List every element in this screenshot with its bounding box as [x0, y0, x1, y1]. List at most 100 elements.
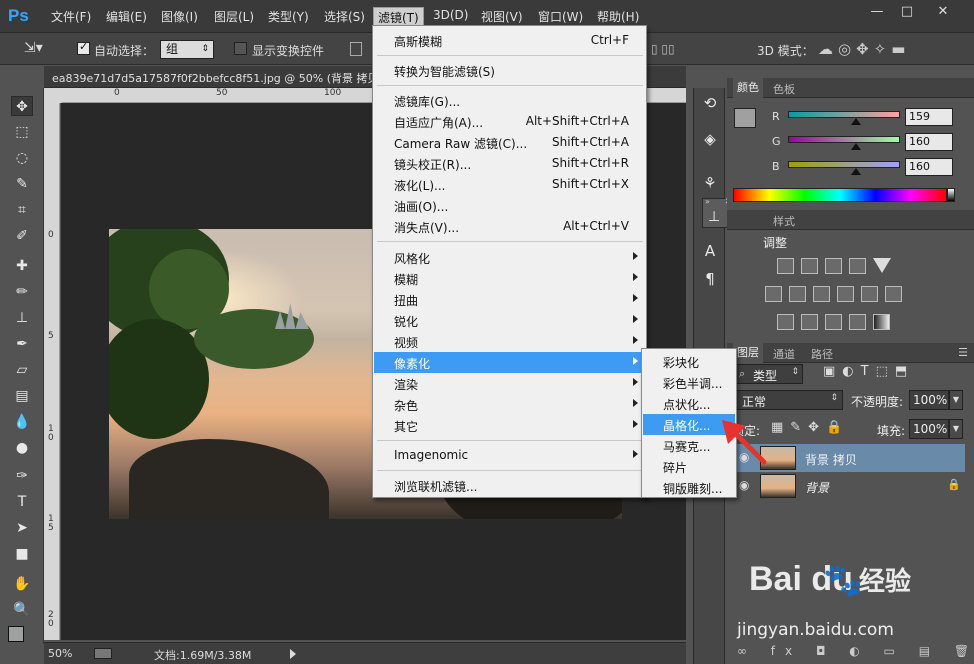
photo-filter-icon[interactable] — [837, 286, 854, 302]
opacity-dropdown-icon[interactable]: ▼ — [949, 390, 963, 410]
menu-item-video[interactable]: 视频 — [374, 331, 645, 352]
menu-item-blur[interactable]: 模糊 — [374, 268, 645, 289]
brightness-icon[interactable] — [777, 258, 794, 274]
tab-channels[interactable]: 通道 — [769, 346, 799, 362]
menu-item-sharpen[interactable]: 锐化 — [374, 310, 645, 331]
layer-kind-filter[interactable]: ⌕ 类型 ⇕ — [735, 364, 803, 384]
tab-styles[interactable]: 样式 — [769, 213, 799, 229]
lock-icons[interactable]: ▦✎✥🔒 — [771, 420, 849, 435]
gradient-tool-icon[interactable]: ▤ — [11, 386, 33, 406]
color-lookup-icon[interactable] — [885, 286, 902, 302]
hand-tool-icon[interactable]: ✋ — [11, 574, 33, 594]
pen-tool-icon[interactable]: ✑ — [11, 466, 33, 486]
path-select-tool-icon[interactable]: ➤ — [11, 518, 33, 538]
healing-brush-tool-icon[interactable]: ✚ — [11, 256, 33, 276]
black-white-icon[interactable] — [813, 286, 830, 302]
levels-icon[interactable] — [801, 258, 818, 274]
lasso-tool-icon[interactable]: ◌ — [11, 148, 33, 168]
menu-item-filter-gallery[interactable]: 滤镜库(G)... — [374, 90, 645, 111]
menu-view[interactable]: 视图(V) — [481, 8, 523, 25]
menu-item-oil-paint[interactable]: 油画(O)... — [374, 195, 645, 216]
submenu-item-pointillize[interactable]: 点状化... — [643, 393, 735, 414]
menu-item-stylize[interactable]: 风格化 — [374, 247, 645, 268]
invert-icon[interactable] — [777, 314, 794, 330]
threshold-icon[interactable] — [825, 314, 842, 330]
menu-item-imagenomic[interactable]: Imagenomic — [374, 445, 645, 466]
blend-mode-dropdown[interactable]: 正常 ⇕ — [735, 390, 843, 410]
gradient-map-icon[interactable] — [873, 314, 890, 330]
auto-select-dropdown[interactable]: 组 ⇕ — [160, 40, 214, 59]
auto-select-checkbox[interactable]: ✓ — [77, 40, 90, 55]
zoom-tool-icon[interactable]: 🔍 — [11, 600, 33, 620]
type-tool-icon[interactable]: T — [11, 492, 33, 512]
brush-tool-icon[interactable]: ✏ — [11, 282, 33, 302]
menu-item-lens-correction[interactable]: 镜头校正(R)... Shift+Ctrl+R — [374, 153, 645, 174]
panel-menu-icon[interactable]: ☰ — [958, 346, 968, 359]
submenu-item-facet[interactable]: 彩块化 — [643, 351, 735, 372]
layer-filter-icons[interactable]: ▣◐T⬚⬒ — [823, 364, 914, 379]
ruler-origin[interactable] — [44, 88, 62, 103]
eyedropper-tool-icon[interactable]: ✐ — [11, 226, 33, 246]
close-button[interactable]: ✕ — [932, 4, 954, 21]
menu-window[interactable]: 窗口(W) — [538, 8, 583, 25]
bw-ramp[interactable] — [947, 188, 955, 202]
minimize-button[interactable]: — — [866, 4, 888, 21]
tab-layers[interactable]: 图层 — [733, 343, 763, 363]
menu-item-distort[interactable]: 扭曲 — [374, 289, 645, 310]
menu-image[interactable]: 图像(I) — [161, 8, 198, 25]
menu-file[interactable]: 文件(F) — [51, 8, 91, 25]
menu-item-other[interactable]: 其它 — [374, 415, 645, 436]
menu-item-liquify[interactable]: 液化(L)... Shift+Ctrl+X — [374, 174, 645, 195]
menu-help[interactable]: 帮助(H) — [597, 8, 639, 25]
brush-preset-icon[interactable]: ⚘ — [699, 172, 721, 194]
slider-g[interactable] — [788, 136, 900, 143]
vibrance-icon[interactable] — [873, 258, 891, 273]
slider-b-knob[interactable] — [851, 168, 861, 175]
history-panel-icon[interactable]: ⟲ — [699, 92, 721, 114]
move-tool-icon[interactable]: ✥ — [11, 96, 33, 116]
3d-mode-icons[interactable]: ☁◎✥✧▬ — [818, 40, 910, 58]
menu-select[interactable]: 选择(S) — [324, 8, 365, 25]
exposure-icon[interactable] — [849, 258, 866, 274]
collapse-icon[interactable]: » — [705, 197, 710, 206]
menu-item-pixelate[interactable]: 像素化 — [374, 352, 645, 373]
foreground-color-swatch[interactable] — [8, 626, 24, 642]
menu-edit[interactable]: 编辑(E) — [106, 8, 147, 25]
visibility-eye-icon[interactable]: ◉ — [739, 478, 749, 492]
tab-swatches[interactable]: 色板 — [769, 81, 799, 97]
channel-mixer-icon[interactable] — [861, 286, 878, 302]
color-spectrum[interactable] — [733, 188, 947, 202]
curves-icon[interactable] — [825, 258, 842, 274]
hue-saturation-icon[interactable] — [765, 286, 782, 302]
crop-tool-icon[interactable]: ⌗ — [11, 200, 33, 220]
slider-g-knob[interactable] — [851, 143, 861, 150]
share-icon[interactable] — [94, 648, 112, 659]
zoom-level[interactable]: 50% — [48, 647, 72, 660]
distribute-icons[interactable]: ▯ ▯▯ — [651, 42, 675, 56]
slider-r-knob[interactable] — [851, 118, 861, 125]
menu-item-adaptive-wide-angle[interactable]: 自适应广角(A)... Alt+Shift+Ctrl+A — [374, 111, 645, 132]
tab-color[interactable]: 颜色 — [733, 78, 763, 98]
blur-tool-icon[interactable]: 💧 — [11, 412, 33, 432]
layer-row[interactable]: ◉ 背景 🔒 — [735, 472, 965, 500]
opacity-value[interactable]: 100% — [909, 390, 949, 410]
menu-3d[interactable]: 3D(D) — [433, 8, 468, 22]
color-balance-icon[interactable] — [789, 286, 806, 302]
maximize-button[interactable]: □ — [896, 4, 918, 21]
slider-b[interactable] — [788, 161, 900, 168]
quick-select-tool-icon[interactable]: ✎ — [11, 174, 33, 194]
channel-r-value[interactable]: 159 — [905, 108, 953, 126]
show-transform-checkbox[interactable] — [234, 42, 247, 55]
character-panel-icon[interactable]: A — [699, 240, 721, 262]
menu-item-browse-filters-online[interactable]: 浏览联机滤镜... — [374, 475, 645, 496]
align-icon[interactable] — [350, 42, 362, 56]
status-menu-arrow-icon[interactable] — [290, 649, 296, 659]
channel-g-value[interactable]: 160 — [905, 133, 953, 151]
menu-item-gaussian-blur[interactable]: 高斯模糊 Ctrl+F — [374, 30, 645, 51]
ruler-vertical[interactable]: 0 5 1 0 1 5 2 0 — [44, 103, 60, 640]
fill-value[interactable]: 100% — [909, 419, 949, 439]
shape-tool-icon[interactable]: ■ — [11, 544, 33, 564]
menu-item-render[interactable]: 渲染 — [374, 373, 645, 394]
menu-type[interactable]: 类型(Y) — [268, 8, 309, 25]
slider-r[interactable] — [788, 111, 900, 118]
